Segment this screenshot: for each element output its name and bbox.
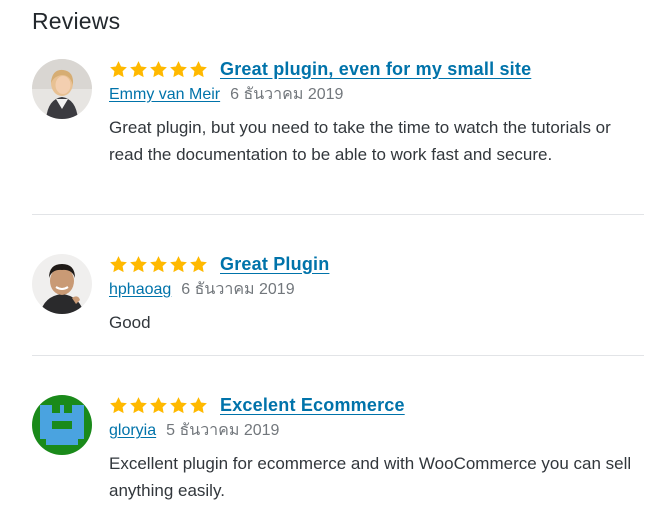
star-icon bbox=[170, 255, 187, 272]
reviews-heading: Reviews bbox=[32, 8, 121, 34]
star-rating bbox=[109, 255, 208, 274]
review-title-link[interactable]: Excelent Ecommerce bbox=[220, 395, 405, 416]
review-author-link[interactable]: Emmy van Meir bbox=[109, 86, 220, 103]
review-author-link[interactable]: gloryia bbox=[109, 422, 156, 439]
star-icon bbox=[170, 396, 187, 413]
star-icon bbox=[150, 60, 167, 77]
avatar[interactable] bbox=[32, 254, 92, 314]
review-author-link[interactable]: hphaoag bbox=[109, 281, 171, 298]
star-icon bbox=[110, 255, 127, 272]
star-rating bbox=[109, 60, 208, 79]
review-item: Great Plugin hphaoag 6 ธันวาคม 2019 Good bbox=[32, 251, 644, 355]
review-date: 6 ธันวาคม 2019 bbox=[181, 281, 295, 298]
review-text: Good bbox=[109, 313, 151, 332]
star-rating bbox=[109, 396, 208, 415]
review-title-link[interactable]: Great plugin, even for my small site bbox=[220, 59, 531, 80]
review-item: Great plugin, even for my small site Emm… bbox=[32, 56, 644, 214]
star-icon bbox=[150, 396, 167, 413]
divider bbox=[32, 355, 644, 356]
avatar[interactable] bbox=[32, 395, 92, 455]
star-icon bbox=[110, 396, 127, 413]
star-icon bbox=[130, 60, 147, 77]
star-icon bbox=[190, 396, 207, 413]
star-icon bbox=[190, 255, 207, 272]
star-icon bbox=[130, 396, 147, 413]
star-icon bbox=[190, 60, 207, 77]
star-icon bbox=[170, 60, 187, 77]
star-icon bbox=[150, 255, 167, 272]
star-icon bbox=[110, 60, 127, 77]
star-icon bbox=[130, 255, 147, 272]
review-date: 6 ธันวาคม 2019 bbox=[230, 86, 344, 103]
review-text: Great plugin, but you need to take the t… bbox=[109, 118, 611, 164]
divider bbox=[32, 214, 644, 215]
avatar[interactable] bbox=[32, 59, 92, 119]
review-date: 5 ธันวาคม 2019 bbox=[166, 422, 280, 439]
review-item: Excelent Ecommerce gloryia 5 ธันวาคม 2019… bbox=[32, 392, 644, 512]
review-title-link[interactable]: Great Plugin bbox=[220, 254, 329, 275]
review-text: Excellent plugin for ecommerce and with … bbox=[109, 454, 632, 500]
